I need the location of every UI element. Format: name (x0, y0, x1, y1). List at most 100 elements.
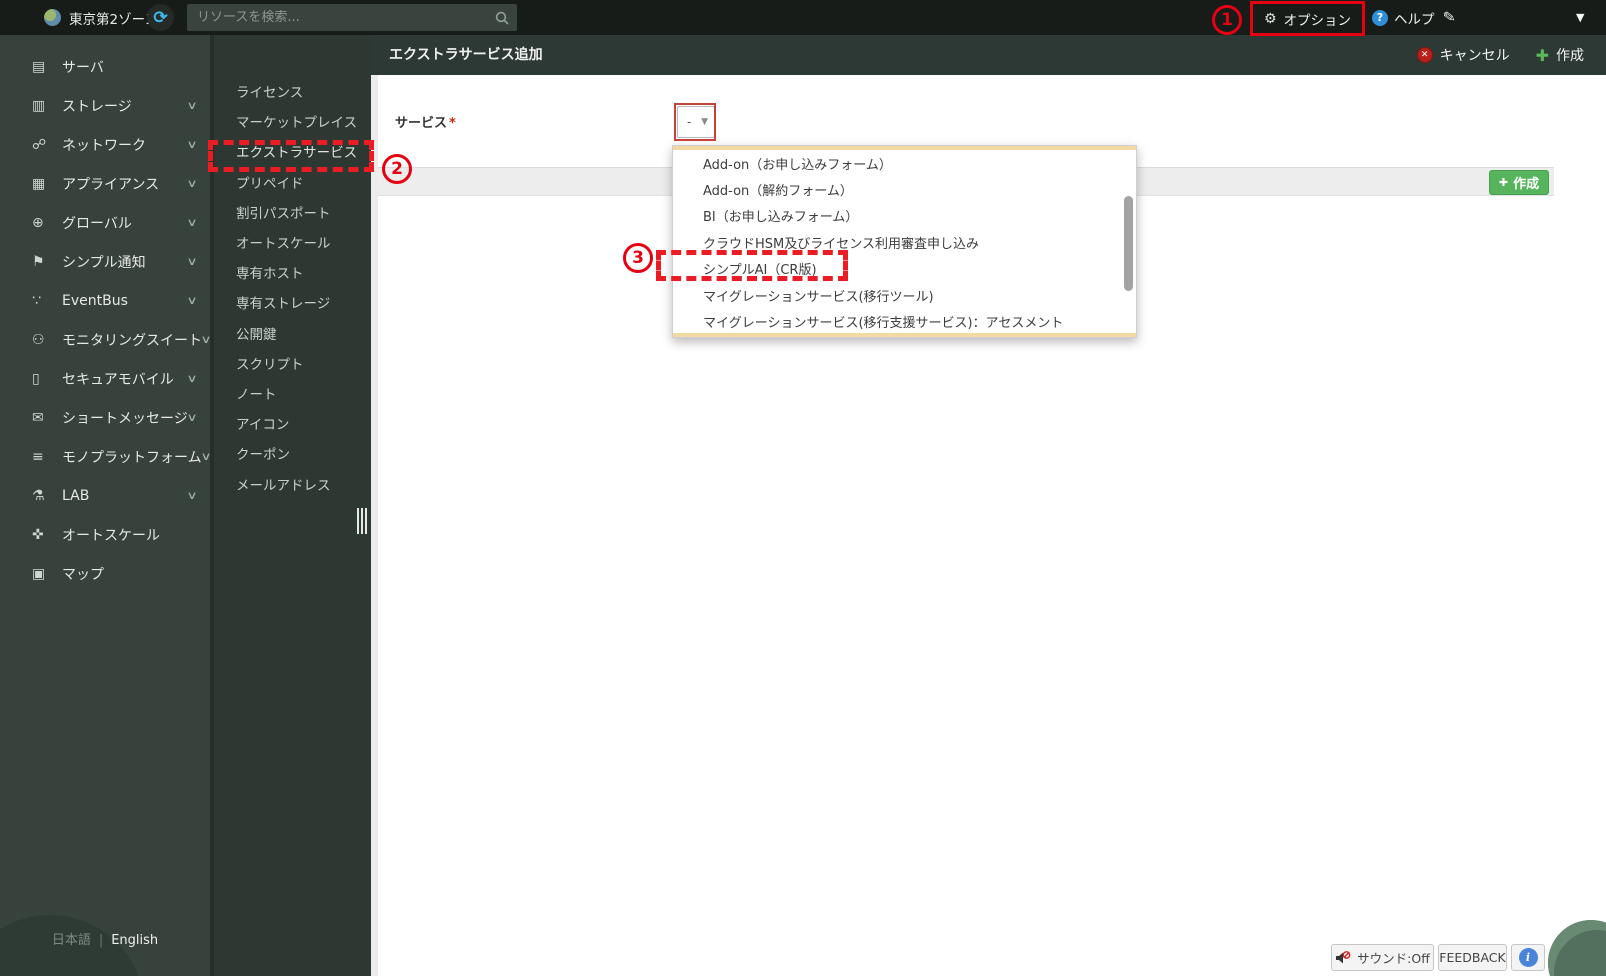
sidebar-item-short-message[interactable]: ✉ ショートメッセージ ∨ (0, 398, 210, 437)
sidebar-item-autoscale[interactable]: ✜ オートスケール (0, 515, 210, 554)
lang-separator: | (98, 933, 104, 948)
service-select[interactable]: - ▼ (677, 106, 715, 138)
sidebar-item-secure-mobile[interactable]: ▯ セキュアモバイル ∨ (0, 359, 210, 398)
subsidebar-item-dedicated-host[interactable]: 専有ホスト (214, 257, 371, 287)
dropdown-option[interactable]: シンプルAI（CR版) (673, 256, 1136, 282)
subsidebar-item-icon[interactable]: アイコン (214, 408, 371, 438)
dropdown-option[interactable]: Add-on（お申し込みフォーム） (673, 150, 1136, 176)
feedback-label: FEEDBACK (1439, 950, 1506, 965)
sidebar-item-label: サーバ (62, 59, 104, 76)
subsidebar-item-autoscale[interactable]: オートスケール (214, 227, 371, 257)
sidebar-item-label: シンプル通知 (62, 254, 146, 271)
sidebar-item-label: グローバル (62, 215, 132, 232)
subsidebar-item-note[interactable]: ノート (214, 378, 371, 408)
options-button[interactable]: ⚙ オプション (1253, 3, 1362, 34)
dropdown-option[interactable]: Add-on（解約フォーム） (673, 176, 1136, 202)
header-actions: ✕ キャンセル ✚ 作成 (1416, 35, 1584, 75)
sidebar-resize-handle[interactable] (357, 508, 369, 534)
chevron-down-icon: ∨ (186, 255, 198, 268)
dropdown-option[interactable]: マイグレーションサービス(移行ツール) (673, 282, 1136, 308)
dropdown-option[interactable]: マイグレーションサービス(移行支援サービス)：アセスメント (673, 308, 1136, 334)
sidebar-item-appliance[interactable]: ▦ アプライアンス ∨ (0, 164, 210, 203)
subsidebar-item-discount-passport[interactable]: 割引パスポート (214, 197, 371, 227)
refresh-icon: ⟳ (153, 8, 168, 27)
zone-label: 東京第2ゾーン (69, 11, 158, 28)
sidebar-item-label: セキュアモバイル (62, 371, 174, 388)
subsidebar-item-public-key[interactable]: 公開鍵 (214, 318, 371, 348)
mobile-icon: ▯ (32, 370, 40, 387)
cancel-label: キャンセル (1439, 48, 1510, 64)
chevron-down-icon: ∨ (200, 450, 210, 463)
sidebar-item-label: EventBus (62, 292, 128, 309)
sidebar-item-network[interactable]: ☍ ネットワーク ∨ (0, 125, 210, 164)
create-button-footer[interactable]: ✚ 作成 (1489, 170, 1549, 195)
sidebar-item-label: アプライアンス (62, 176, 160, 193)
move-arrows-icon: ✜ (32, 526, 44, 543)
language-switcher: 日本語 | English (0, 929, 210, 948)
binoculars-icon: ⚇ (32, 331, 45, 348)
feedback-button[interactable]: FEEDBACK (1438, 944, 1507, 971)
subsidebar-item-email-address[interactable]: メールアドレス (214, 468, 371, 498)
options-label: オプション (1283, 12, 1352, 29)
create-button-header[interactable]: ✚ 作成 (1536, 45, 1584, 65)
search-icon (495, 11, 509, 25)
subsidebar-item-prepaid[interactable]: プリペイド (214, 167, 371, 197)
sound-toggle-button[interactable]: サウンド:Off (1331, 944, 1434, 971)
refresh-button[interactable]: ⟳ (147, 4, 174, 31)
sidebar-item-mono-platform[interactable]: ≡ モノプラットフォーム∨ (0, 437, 210, 476)
lang-english-link[interactable]: English (111, 933, 158, 948)
sidebar-item-monitoring[interactable]: ⚇ モニタリングスイート∨ (0, 320, 210, 359)
primary-sidebar: ▤ サーバ ▥ ストレージ ∨ ☍ ネットワーク ∨ ▦ アプライアンス ∨ ⊕ グローバル ∨ ⚑ シンプル… (0, 35, 210, 976)
subsidebar-item-coupon[interactable]: クーポン (214, 438, 371, 468)
feather-pen-icon[interactable]: ✎ (1442, 7, 1457, 27)
info-button[interactable]: i (1511, 944, 1545, 971)
globe-grid-icon: ⊕ (32, 214, 44, 231)
subsidebar-item-dedicated-storage[interactable]: 専有ストレージ (214, 287, 371, 317)
storage-icon: ▥ (32, 97, 46, 114)
lang-japanese-link[interactable]: 日本語 (52, 933, 91, 948)
service-label-text: サービス (395, 116, 448, 131)
secondary-sidebar-list: ライセンス マーケットプレイス エクストラサービス プリペイド 割引パスポート オートスケ… (214, 76, 371, 499)
plus-icon: ✚ (1535, 45, 1549, 65)
subsidebar-item-extra-services[interactable]: エクストラサービス (214, 136, 371, 166)
create-label: 作成 (1556, 48, 1584, 64)
help-button[interactable]: ? ヘルプ (1372, 0, 1435, 35)
gear-icon: ⚙ (1263, 10, 1277, 27)
service-dropdown: Add-on（お申し込みフォーム） Add-on（解約フォーム） BI（お申し込みフ… (672, 145, 1137, 338)
sidebar-item-lab[interactable]: ⚗ LAB ∨ (0, 476, 210, 515)
sound-label: サウンド:Off (1357, 951, 1430, 966)
sidebar-item-server[interactable]: ▤ サーバ (0, 47, 210, 86)
subsidebar-item-license[interactable]: ライセンス (214, 76, 371, 106)
globe-icon (44, 9, 61, 26)
sidebar-item-label: ストレージ (62, 98, 132, 115)
subsidebar-item-marketplace[interactable]: マーケットプレイス (214, 106, 371, 136)
dropdown-option[interactable]: BI（お申し込みフォーム） (673, 203, 1136, 229)
sidebar-item-map[interactable]: ▣ マップ (0, 554, 210, 593)
service-dropdown-list: Add-on（お申し込みフォーム） Add-on（解約フォーム） BI（お申し込みフ… (673, 150, 1136, 335)
chevron-down-icon: ∨ (186, 372, 198, 385)
subsidebar-item-script[interactable]: スクリプト (214, 348, 371, 378)
sidebar-item-label: モニタリングスイート (62, 332, 202, 349)
account-dropdown-caret-icon[interactable]: ▼ (1576, 11, 1584, 24)
chevron-down-icon: ∨ (186, 411, 198, 424)
dropdown-scrollbar-thumb[interactable] (1124, 196, 1133, 291)
dropdown-option[interactable]: クラウドHSM及びライセンス利用審査申し込み (673, 229, 1136, 255)
appliance-icon: ▦ (32, 175, 46, 192)
select-caret-icon: ▼ (701, 117, 708, 127)
sidebar-item-eventbus[interactable]: ∵ EventBus ∨ (0, 281, 210, 320)
sidebar-item-simple-notify[interactable]: ⚑ シンプル通知 ∨ (0, 242, 210, 281)
plus-icon: ✚ (1498, 176, 1509, 189)
info-icon: i (1518, 948, 1538, 967)
sidebar-item-label: モノプラットフォーム (62, 449, 202, 466)
map-icon: ▣ (32, 565, 46, 582)
share-icon: ∵ (32, 292, 41, 309)
sidebar-item-storage[interactable]: ▥ ストレージ ∨ (0, 86, 210, 125)
secondary-sidebar: ライセンス マーケットプレイス エクストラサービス プリペイド 割引パスポート オートスケ… (214, 35, 371, 976)
megaphone-icon: ⚑ (32, 253, 45, 270)
search-input[interactable] (187, 10, 495, 25)
cancel-button[interactable]: ✕ キャンセル (1416, 45, 1510, 65)
search-box (187, 4, 517, 31)
chevron-down-icon: ∨ (186, 177, 198, 190)
sidebar-item-global[interactable]: ⊕ グローバル ∨ (0, 203, 210, 242)
dropdown-bottom-accent (673, 333, 1136, 337)
